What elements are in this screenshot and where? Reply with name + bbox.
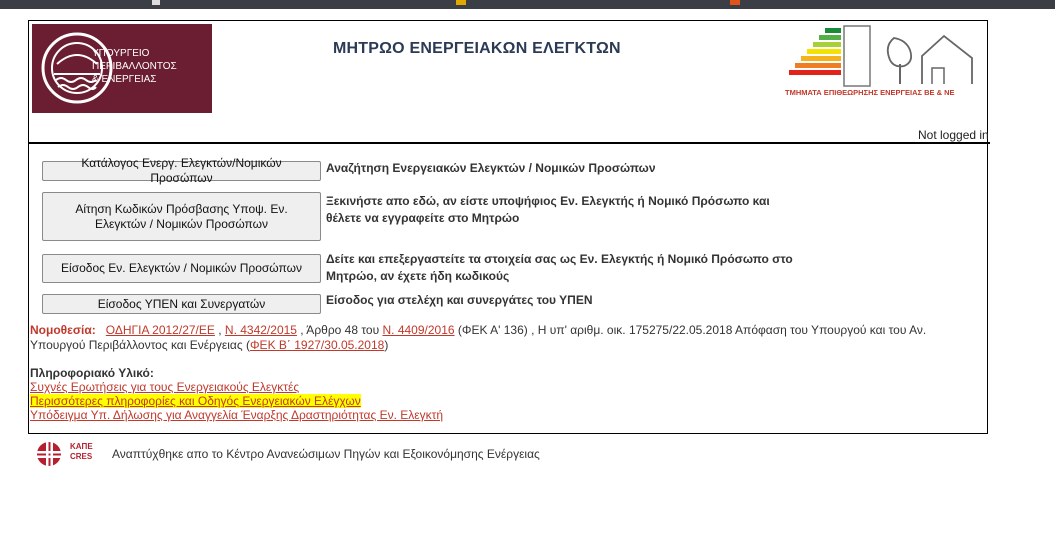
fek-link[interactable]: ΦΕΚ Β΄ 1927/30.05.2018 bbox=[250, 338, 384, 352]
legislation-paragraph: Νομοθεσία: ΟΔΗΓΙΑ 2012/27/ΕΕ , Ν. 4342/2… bbox=[30, 323, 970, 353]
page-title: ΜΗΤΡΩΟ ΕΝΕΡΓΕΙΑΚΩΝ ΕΛΕΓΚΤΩΝ bbox=[333, 40, 621, 57]
kape-logo-text: ΚΑΠΕ CRES bbox=[70, 442, 93, 462]
auditor-login-button[interactable]: Είσοδος Εν. Ελεγκτών / Νομικών Προσώπων bbox=[42, 254, 321, 283]
faq-link[interactable]: Συχνές Ερωτήσεις για τους Ενεργειακούς Ε… bbox=[30, 380, 299, 394]
ypen-login-description: Είσοδος για στελέχη και συνεργάτες του Υ… bbox=[326, 293, 593, 307]
energy-logo-caption: ΤΜΗΜΑΤΑ ΕΠΙΘΕΩΡΗΣΗΣ ΕΝΕΡΓΕΙΑΣ ΒΕ & ΝΕ bbox=[785, 88, 955, 97]
login-status: Not logged in bbox=[918, 128, 989, 142]
guide-link[interactable]: Περισσότερες πληροφορίες και Οδηγός Ενερ… bbox=[30, 394, 361, 408]
cres-text: CRES bbox=[70, 452, 93, 461]
header-divider bbox=[28, 142, 990, 144]
ministry-line-2: ΠΕΡΙΒΑΛΛΟΝΤΟΣ bbox=[92, 61, 177, 72]
auditors-catalog-button[interactable]: Κατάλογος Ενεργ. Ελεγκτών/Νομικών Προσώπ… bbox=[42, 156, 321, 185]
request-credentials-button[interactable]: Αίτηση Κωδικών Πρόσβασης Υποψ. Εν. Ελεγκ… bbox=[42, 192, 321, 241]
bookmark-icon bbox=[456, 0, 466, 5]
ministry-line-3: & ΕΝΕΡΓΕΙΑΣ bbox=[92, 74, 157, 85]
bookmark-icon bbox=[730, 0, 740, 5]
browser-top-strip bbox=[0, 0, 1055, 9]
kape-emblem-icon bbox=[37, 442, 61, 466]
law-4409-link[interactable]: Ν. 4409/2016 bbox=[382, 323, 454, 337]
request-credentials-description: Ξεκινήστε απο εδώ, αν είστε υποψήφιος Εν… bbox=[326, 194, 770, 225]
ministry-line-1: ΥΠΟΥΡΓΕΙΟ bbox=[92, 48, 150, 59]
ypen-login-button[interactable]: Είσοδος ΥΠΕΝ και Συνεργατών bbox=[42, 294, 321, 314]
auditor-login-description: Δείτε και επεξεργαστείτε τα στοιχεία σας… bbox=[326, 252, 793, 283]
legislation-text-1: , Άρθρο 48 του bbox=[296, 323, 383, 337]
kape-logo[interactable]: ΚΑΠΕ CRES bbox=[34, 440, 98, 468]
ministry-logo-text: ΥΠΟΥΡΓΕΙΟ ΠΕΡΙΒΑΛΛΟΝΤΟΣ & ΕΝΕΡΓΕΙΑΣ bbox=[92, 47, 177, 86]
law-4342-link[interactable]: Ν. 4342/2015 bbox=[225, 323, 297, 337]
kape-text: ΚΑΠΕ bbox=[70, 442, 93, 451]
legislation-separator: , bbox=[214, 323, 225, 337]
legislation-text-3: ) bbox=[384, 338, 389, 352]
footer-credit: Αναπτύχθηκε απο το Κέντρο Ανανεώσιμων Πη… bbox=[112, 447, 540, 461]
directive-link[interactable]: ΟΔΗΓΙΑ 2012/27/ΕΕ bbox=[106, 323, 215, 337]
declaration-template-link[interactable]: Υπόδειγμα Υπ. Δήλωσης για Αναγγελία Έναρ… bbox=[30, 408, 443, 422]
tab-icon bbox=[152, 0, 160, 5]
auditors-catalog-description: Αναζήτηση Ενεργειακών Ελεγκτών / Νομικών… bbox=[326, 161, 656, 175]
legislation-label: Νομοθεσία: bbox=[30, 323, 96, 337]
info-title: Πληροφοριακό Υλικό: bbox=[30, 366, 154, 380]
